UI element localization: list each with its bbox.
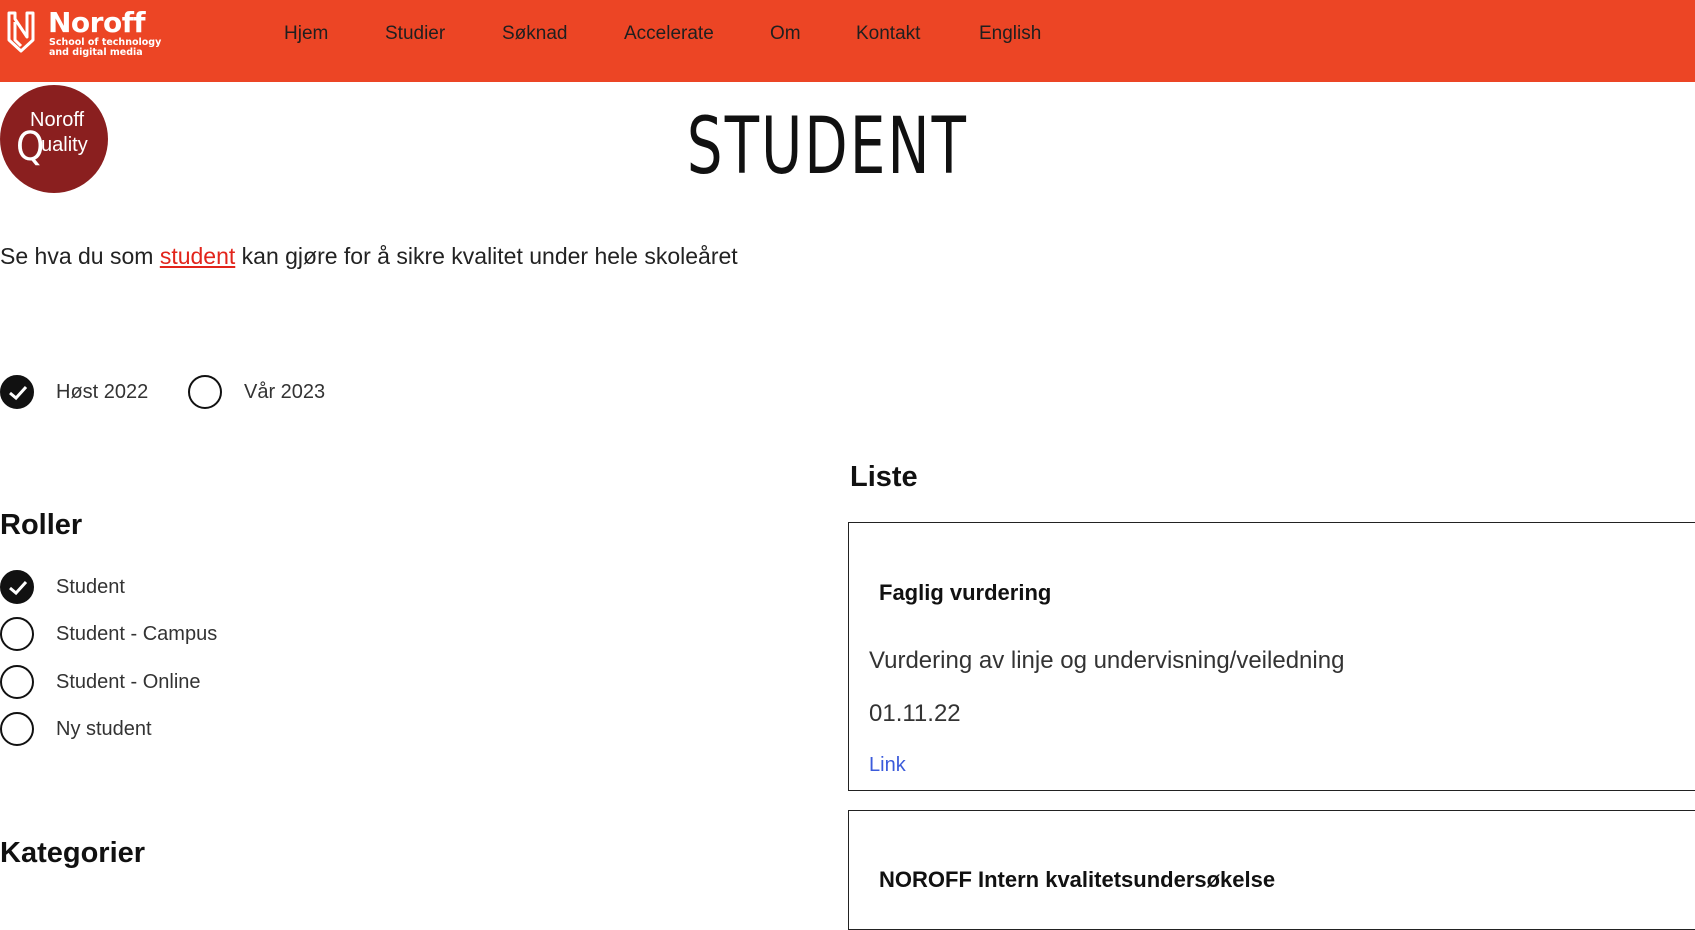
intro-before: Se hva du som [0, 243, 160, 269]
nav-soknad[interactable]: Søknad [502, 22, 567, 46]
page-title: STUDENT [686, 102, 969, 192]
semester-label: Høst 2022 [56, 381, 149, 403]
role-student-radio[interactable] [0, 570, 34, 604]
card-date: 01.11.22 [869, 700, 961, 727]
role-student-online-radio[interactable] [0, 665, 34, 699]
noroff-logo[interactable]: Noroff School of technology and digital … [6, 8, 166, 58]
card-link[interactable]: Link [869, 754, 906, 777]
categories-heading: Kategorier [0, 837, 146, 869]
card-title: Faglig vurdering [879, 580, 1052, 605]
nav-kontakt[interactable]: Kontakt [856, 22, 920, 46]
semester-var-2023-radio[interactable] [188, 375, 222, 409]
role-ny-student-radio[interactable] [0, 712, 34, 746]
noroff-logo-icon [7, 11, 35, 53]
list-heading: Liste [850, 461, 918, 493]
semester-host-2022[interactable]: Høst 2022 [0, 375, 160, 413]
role-student-campus-radio[interactable] [0, 617, 34, 651]
noroff-quality-badge: Noroff Q uality [0, 85, 108, 193]
semester-label: Vår 2023 [244, 381, 326, 403]
role-label: Student - Online [56, 671, 201, 693]
role-ny-student[interactable]: Ny student [0, 712, 240, 750]
brand-tagline: School of technology and digital media [49, 37, 162, 58]
role-label: Student - Campus [56, 623, 218, 645]
nav-accelerate[interactable]: Accelerate [624, 22, 714, 46]
role-student[interactable]: Student [0, 570, 240, 608]
brand-name: Noroff [48, 6, 146, 39]
card-description: Vurdering av linje og undervisning/veile… [869, 647, 1345, 674]
checkmark-icon [9, 385, 28, 401]
roles-heading: Roller [0, 509, 83, 541]
list-card: Faglig vurdering Vurdering av linje og u… [848, 522, 1695, 791]
checkmark-icon [9, 580, 28, 596]
card-title: NOROFF Intern kvalitetsundersøkelse [879, 867, 1276, 892]
role-label: Ny student [56, 718, 152, 740]
site-header: Noroff School of technology and digital … [0, 0, 1695, 82]
intro-text: Se hva du som student kan gjøre for å si… [0, 243, 738, 270]
intro-student-link[interactable]: student [160, 243, 235, 269]
nav-studier[interactable]: Studier [385, 22, 445, 46]
role-label: Student [56, 576, 125, 598]
nav-hjem[interactable]: Hjem [284, 22, 328, 46]
role-student-campus[interactable]: Student - Campus [0, 617, 240, 655]
semester-host-2022-radio[interactable] [0, 375, 34, 409]
role-student-online[interactable]: Student - Online [0, 665, 240, 703]
badge-rest: uality [41, 134, 88, 156]
nav-english[interactable]: English [979, 22, 1041, 46]
nav-om[interactable]: Om [770, 22, 801, 46]
intro-after: kan gjøre for å sikre kvalitet under hel… [235, 243, 738, 269]
semester-var-2023[interactable]: Vår 2023 [188, 375, 348, 413]
list-card: NOROFF Intern kvalitetsundersøkelse [848, 810, 1695, 930]
